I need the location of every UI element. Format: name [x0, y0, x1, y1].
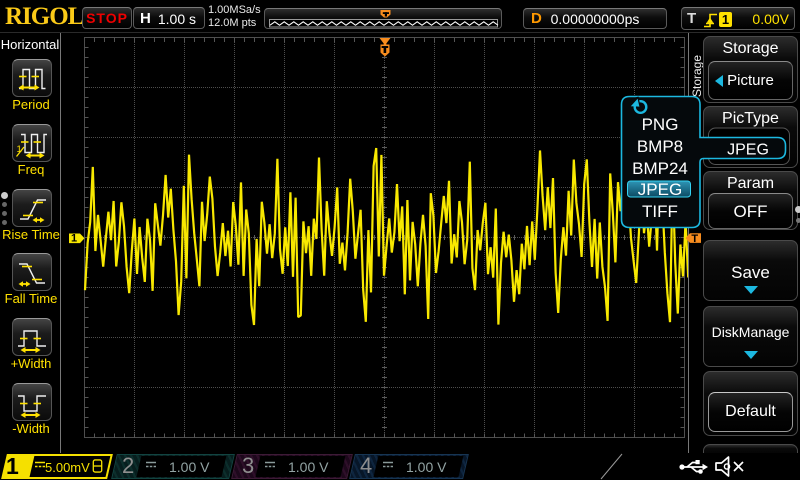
svg-text:BMP8: BMP8: [637, 137, 683, 156]
svg-text:PNG: PNG: [642, 115, 679, 134]
svg-text:BMP24: BMP24: [632, 159, 688, 178]
svg-text:T: T: [691, 233, 698, 245]
svg-text:JPEG: JPEG: [638, 180, 682, 199]
svg-text:JPEG: JPEG: [727, 142, 769, 159]
svg-text:TIFF: TIFF: [642, 202, 678, 221]
